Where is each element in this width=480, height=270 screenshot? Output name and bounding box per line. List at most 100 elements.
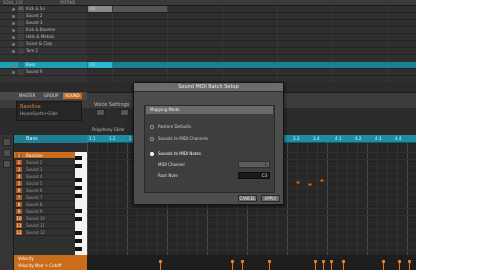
sound-name: Bassline — [20, 104, 41, 110]
velocity-handle[interactable] — [322, 260, 325, 263]
velocity-label[interactable]: Velocity — [18, 256, 34, 261]
velocity-handle[interactable] — [330, 260, 333, 263]
tab-master[interactable]: MASTER — [17, 93, 37, 99]
black-key — [75, 186, 82, 190]
arranger-row-bass: A1 — [87, 62, 416, 69]
velocity-bar[interactable] — [269, 262, 270, 270]
arranger-clip[interactable]: A1 — [88, 62, 112, 68]
arranger-row — [87, 41, 416, 48]
group-item-5[interactable]: Hats & Metals — [0, 34, 87, 41]
bullet-icon — [12, 8, 15, 11]
group-item-label: Tom 2 — [26, 48, 38, 53]
group-item-label: Snare & Clap — [26, 41, 53, 46]
group-number — [18, 20, 24, 26]
list-view-icon[interactable] — [3, 149, 11, 157]
arranger-clip[interactable] — [113, 6, 167, 12]
pad-label: Sound 10 — [26, 216, 45, 221]
velocity-bar[interactable] — [242, 262, 243, 270]
arranger-clip[interactable]: A1 — [88, 6, 112, 12]
pad-number: 4 — [16, 174, 22, 179]
pad-number: 11 — [16, 223, 22, 228]
voice-settings-label: Voice Settings — [94, 102, 130, 108]
group-number: A1 — [18, 6, 24, 12]
polyphony-knob[interactable] — [96, 109, 105, 116]
bullet-icon — [12, 29, 15, 32]
velocity-handle[interactable] — [268, 260, 271, 263]
velocity-handle[interactable] — [342, 260, 345, 263]
group-item-6[interactable]: Snare & Clap — [0, 41, 87, 48]
group-item-1[interactable]: A1 Kick & Sn — [0, 6, 87, 13]
velocity-handle[interactable] — [314, 260, 317, 263]
group-item-7[interactable]: Tom 2 — [0, 48, 87, 55]
velocity-bar[interactable] — [409, 262, 410, 270]
velocity-bar[interactable] — [323, 262, 324, 270]
pad-number: 1 — [16, 153, 22, 158]
midi-note[interactable] — [320, 179, 324, 182]
pad-label: Sound 8 — [26, 202, 43, 207]
velocity-mod-label[interactable]: Velocity Mod + Cutoff — [18, 263, 61, 268]
tab-group[interactable]: GROUP — [42, 93, 60, 99]
velocity-handle[interactable] — [382, 260, 385, 263]
ruler-mark: 4.1 — [335, 136, 342, 141]
velocity-bar[interactable] — [232, 262, 233, 270]
group-item-label: Sound 3 — [26, 20, 43, 25]
velocity-lane[interactable] — [87, 255, 416, 270]
black-key — [75, 156, 82, 160]
option-sounds-to-midi-channels[interactable]: Sounds to MIDI Channels — [150, 135, 270, 143]
grid-row-line — [87, 229, 416, 230]
velocity-bar[interactable] — [343, 262, 344, 270]
apply-button[interactable]: APPLY — [261, 195, 280, 202]
pad-label: Sound 3 — [26, 167, 43, 172]
velocity-bar[interactable] — [315, 262, 316, 270]
root-note-field[interactable]: C3 — [238, 172, 270, 179]
option-label: Sounds to MIDI Notes — [158, 151, 201, 156]
midi-note[interactable] — [296, 181, 300, 184]
group-number — [18, 69, 24, 75]
group-item-2[interactable]: Sound 2 — [0, 13, 87, 20]
velocity-bar[interactable] — [383, 262, 384, 270]
group-item-3[interactable]: Sound 3 — [0, 20, 87, 27]
group-item-9[interactable]: Sound 9 — [0, 69, 87, 76]
bullet-icon — [12, 15, 15, 18]
arranger-row: A1 — [87, 6, 416, 13]
side-toolbar — [0, 135, 14, 270]
group-item-label: Sound 9 — [26, 69, 43, 74]
midi-channel-slider[interactable]: 1 — [238, 161, 270, 168]
mapping-mode-header: Mapping Mode — [146, 106, 273, 114]
pad-label: Sound 7 — [26, 195, 43, 200]
velocity-handle[interactable] — [159, 260, 162, 263]
grid-row-line — [87, 208, 416, 209]
midi-note[interactable] — [308, 183, 312, 186]
group-item-4[interactable]: Kick & Boomer — [0, 27, 87, 34]
glide-knob[interactable] — [120, 109, 129, 116]
velocity-handle[interactable] — [398, 260, 401, 263]
pad-number: 3 — [16, 167, 22, 172]
radio-icon — [150, 137, 154, 141]
option-sounds-to-midi-notes[interactable]: Sounds to MIDI Notes — [150, 150, 270, 158]
pad-label: Sound 2 — [26, 160, 43, 165]
grid-row-line — [87, 236, 416, 237]
radio-selected-icon — [150, 152, 154, 156]
keyboard-icon[interactable] — [3, 160, 11, 168]
velocity-bar[interactable] — [399, 262, 400, 270]
pad-number: 5 — [16, 181, 22, 186]
cancel-button[interactable]: CANCEL — [238, 195, 257, 202]
velocity-bar[interactable] — [331, 262, 332, 270]
group-item-label: Bass — [26, 62, 36, 67]
velocity-handle[interactable] — [241, 260, 244, 263]
maschine-window: SOUL_CLY PATRNS A1 Kick & Sn Sound 2 Soun… — [0, 0, 416, 270]
bullet-icon — [12, 36, 15, 39]
sound-info[interactable]: Bassline HouseSynth+Glide — [16, 101, 82, 121]
grid-row-line — [87, 243, 416, 244]
piano-keys[interactable] — [75, 152, 87, 255]
bullet-icon — [12, 64, 15, 67]
arranger-row — [87, 20, 416, 27]
group-item-8[interactable]: Bass — [0, 62, 87, 69]
option-restore-defaults[interactable]: Restore Defaults — [150, 123, 270, 131]
velocity-handle[interactable] — [231, 260, 234, 263]
velocity-handle[interactable] — [408, 260, 411, 263]
velocity-bar[interactable] — [160, 262, 161, 270]
group-list: A1 Kick & Sn Sound 2 Sound 3 Kick & Boome… — [0, 6, 87, 82]
tab-sound[interactable]: SOUND — [63, 93, 82, 99]
grid-view-icon[interactable] — [3, 138, 11, 146]
